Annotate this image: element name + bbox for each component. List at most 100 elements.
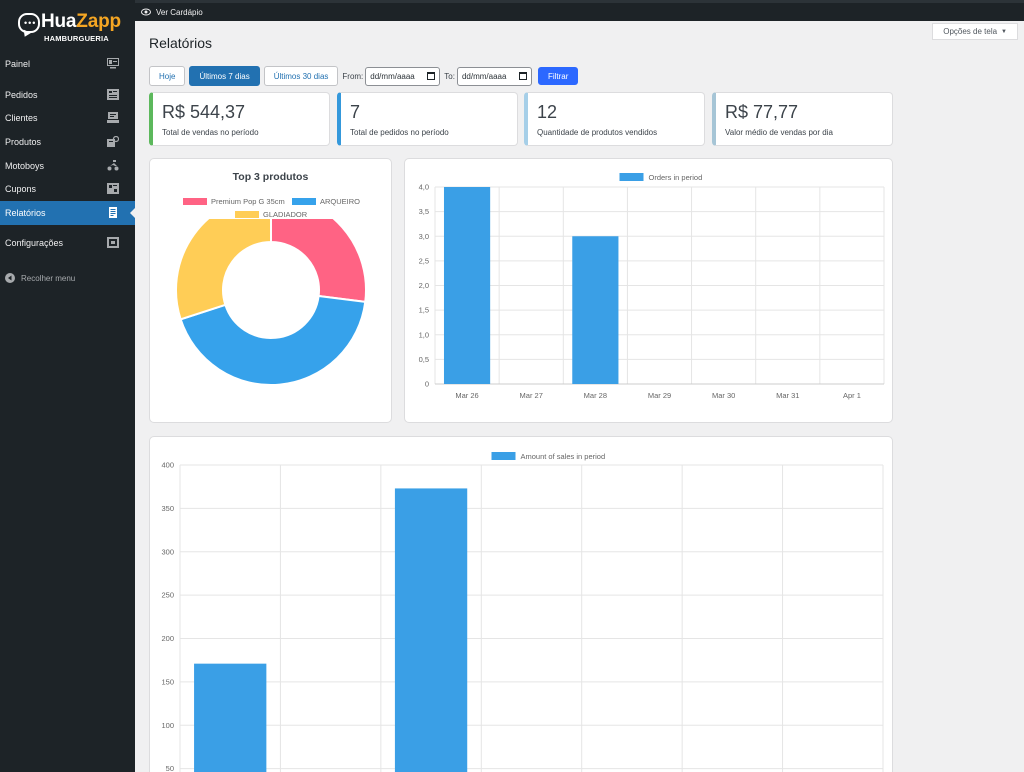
sidebar-item-clientes[interactable]: Clientes [0, 106, 135, 130]
chat-dots: ••• [24, 18, 37, 28]
period-filters: Hoje Últimos 7 dias Últimos 30 dias From… [149, 66, 582, 86]
y-tick-label: 0,5 [419, 355, 429, 364]
bar [394, 488, 468, 772]
sidebar-item-pedidos[interactable]: Pedidos [0, 83, 135, 107]
y-tick-label: 150 [161, 677, 174, 686]
y-tick-label: 1,5 [419, 306, 429, 315]
stat-value: 7 [350, 102, 361, 122]
stat-label: Valor médio de vendas por dia [725, 128, 833, 137]
coupons-icon [107, 183, 119, 194]
y-tick-label: 4,0 [419, 183, 429, 192]
stat-value: R$ 544,37 [162, 102, 246, 122]
chart-legend: Orders in period [619, 173, 702, 182]
sales-amount-chart-card: Amount of sales in period 50 100 150 200 250 3… [149, 436, 893, 772]
last-30-days-button[interactable]: Últimos 30 dias [263, 66, 339, 86]
collapse-menu-button[interactable]: Recolher menu [5, 273, 75, 283]
filter-button[interactable]: Filtrar [537, 67, 579, 85]
y-tick-label: 250 [161, 591, 174, 600]
y-tick-label: 300 [161, 547, 174, 556]
legend-swatch [619, 173, 644, 181]
brand-name: HuaZapp [41, 11, 121, 32]
sidebar-item-relatorios[interactable]: Relatórios [0, 201, 135, 225]
from-date-input[interactable]: dd/mm/aaaa [365, 66, 441, 86]
page-title: Relatórios [149, 35, 213, 51]
y-tick-label: 2,5 [419, 256, 429, 265]
last-7-days-button[interactable]: Últimos 7 dias [189, 66, 260, 86]
x-tick-label: Apr 1 [843, 391, 861, 400]
stat-label: Total de pedidos no período [350, 128, 449, 137]
donut-slice [270, 219, 367, 304]
calendar-icon[interactable] [518, 72, 527, 80]
screen-options-button[interactable]: Opções de tela ▼ [932, 23, 1018, 40]
orders-icon [107, 89, 119, 100]
sidebar-item-label: Clientes [5, 113, 38, 123]
y-tick-label: 1,0 [419, 330, 429, 339]
orders-chart-card: Orders in period 0 0,5 1,0 1,5 2,0 2,5 3,0 3,5 4,… [404, 158, 893, 423]
y-tick-label: 400 [161, 461, 174, 470]
admin-sidebar: ••• HuaZapp HAMBURGUERIA Painel Pedidos … [0, 0, 135, 772]
y-tick-label: 350 [161, 504, 174, 513]
from-date-placeholder: dd/mm/aaaa [370, 71, 415, 81]
caret-down-icon: ▼ [1001, 28, 1007, 35]
stat-value: 12 [537, 102, 558, 122]
sidebar-item-produtos[interactable]: Produtos [0, 130, 135, 154]
stat-label: Quantidade de produtos vendidos [537, 128, 658, 137]
legend-swatch [235, 211, 259, 218]
screen-options-label: Opções de tela [943, 27, 998, 36]
sidebar-item-label: Motoboys [5, 161, 45, 171]
stat-label: Total de vendas no período [162, 128, 259, 137]
sidebar-item-configuracoes[interactable]: Configurações [0, 231, 135, 255]
from-label: From: [342, 71, 364, 81]
sidebar-item-label: Produtos [5, 137, 42, 147]
products-icon [107, 136, 119, 147]
x-tick-label: Mar 28 [584, 391, 607, 400]
to-date-input[interactable]: dd/mm/aaaa [456, 66, 532, 86]
eye-icon[interactable] [141, 7, 151, 17]
sidebar-item-motoboys[interactable]: Motoboys [0, 154, 135, 178]
y-tick-label: 2,0 [419, 281, 429, 290]
donut-slice [175, 219, 272, 321]
delivery-icon [107, 160, 119, 171]
today-button[interactable]: Hoje [149, 66, 186, 86]
sidebar-item-label: Configurações [5, 238, 64, 248]
to-date-placeholder: dd/mm/aaaa [461, 71, 507, 81]
legend-item[interactable]: GLADIADOR [235, 210, 307, 219]
admin-bar: Ver Cardápio [135, 3, 1024, 21]
chart-legend: Amount of sales in period [491, 452, 605, 461]
x-tick-label: Mar 29 [648, 391, 671, 400]
x-tick-label: Mar 27 [520, 391, 543, 400]
legend-item[interactable]: ARQUEIRO [292, 197, 360, 206]
stat-card-total-orders: 7 Total de pedidos no período [337, 92, 518, 146]
legend-label: Premium Pop G 35cm [211, 197, 285, 206]
legend-swatch [491, 452, 516, 460]
y-tick-label: 100 [161, 721, 174, 730]
y-tick-label: 50 [166, 764, 174, 772]
sidebar-item-label: Painel [5, 59, 31, 69]
sidebar-item-label: Pedidos [5, 90, 38, 100]
calendar-icon[interactable] [427, 72, 436, 80]
legend-swatch [292, 198, 316, 205]
dashboard-icon [107, 58, 119, 69]
main-content: Opções de tela ▼ Relatórios Hoje Últimos… [135, 21, 1024, 772]
collapse-menu-label: Recolher menu [21, 273, 76, 283]
brand-logo[interactable]: ••• HuaZapp HAMBURGUERIA [18, 10, 121, 44]
y-tick-label: 3,5 [419, 207, 429, 216]
sidebar-item-cupons[interactable]: Cupons [0, 177, 135, 201]
stat-card-average-daily-sales: R$ 77,77 Valor médio de vendas por dia [712, 92, 893, 146]
sidebar-item-label: Relatórios [5, 208, 46, 218]
collapse-arrow-icon [5, 273, 15, 283]
customers-icon [107, 112, 119, 123]
sidebar-item-painel[interactable]: Painel [0, 52, 135, 76]
top-products-card: Top 3 produtos Premium Pop G 35cm ARQUEI… [149, 158, 392, 423]
bar [572, 236, 619, 384]
view-menu-link[interactable]: Ver Cardápio [156, 8, 203, 17]
reports-icon [109, 207, 117, 218]
sidebar-item-label: Cupons [5, 184, 37, 194]
donut-chart [175, 219, 367, 386]
settings-icon [107, 237, 119, 248]
y-tick-label: 3,0 [419, 232, 429, 241]
to-label: To: [444, 71, 455, 81]
bar [194, 663, 267, 772]
legend-item[interactable]: Premium Pop G 35cm [183, 197, 285, 206]
x-tick-label: Mar 31 [776, 391, 799, 400]
